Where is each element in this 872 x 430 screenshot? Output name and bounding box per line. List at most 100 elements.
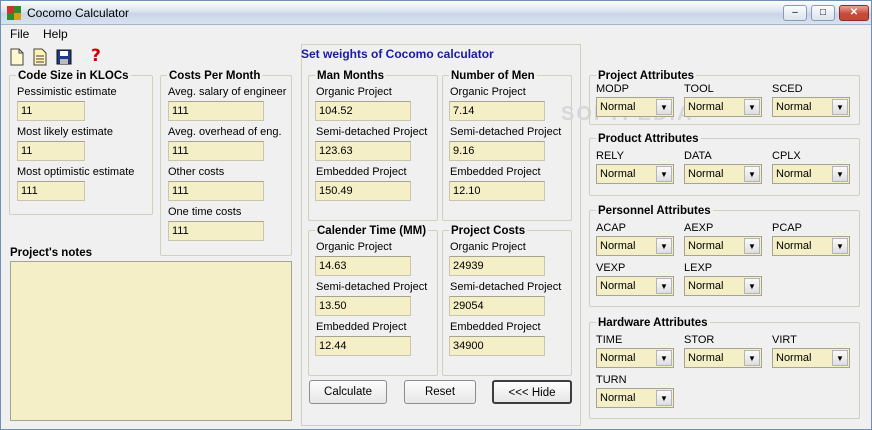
vexp-label: VEXP [596, 262, 626, 274]
tool-label: TOOL [684, 83, 714, 95]
overhead-label: Aveg. overhead of eng. [168, 126, 282, 138]
pcap-label: PCAP [772, 222, 802, 234]
other-costs-input[interactable]: 111 [168, 181, 264, 201]
pc-organic-field[interactable]: 24939 [449, 256, 545, 276]
weights-title: Set weights of Cocomo calculator [301, 47, 494, 61]
men-organic-field[interactable]: 7.14 [449, 101, 545, 121]
calculate-button[interactable]: Calculate [309, 380, 387, 404]
pc-organic-label: Organic Project [450, 241, 526, 253]
chevron-down-icon[interactable]: ▼ [744, 278, 760, 294]
one-time-input[interactable]: 111 [168, 221, 264, 241]
chevron-down-icon[interactable]: ▼ [744, 238, 760, 254]
minimize-button[interactable]: – [783, 5, 807, 21]
chevron-down-icon[interactable]: ▼ [656, 390, 672, 406]
salary-label: Aveg. salary of engineer [168, 86, 287, 98]
cal-semi-field[interactable]: 13.50 [315, 296, 411, 316]
mm-semi-field[interactable]: 123.63 [315, 141, 411, 161]
project-attributes-title: Project Attributes [596, 69, 697, 83]
cplx-select[interactable]: Normal ▼ [772, 164, 850, 184]
lexp-select[interactable]: Normal ▼ [684, 276, 762, 296]
cal-embedded-label: Embedded Project [316, 321, 407, 333]
title-bar[interactable]: Cocomo Calculator – □ ✕ [1, 1, 871, 25]
time-label: TIME [596, 334, 623, 346]
cal-organic-label: Organic Project [316, 241, 392, 253]
acap-select[interactable]: Normal ▼ [596, 236, 674, 256]
help-icon[interactable]: ? [91, 46, 107, 66]
stor-label: STOR [684, 334, 715, 346]
sced-label: SCED [772, 83, 803, 95]
men-organic-label: Organic Project [450, 86, 526, 98]
modp-select[interactable]: Normal ▼ [596, 97, 674, 117]
chevron-down-icon[interactable]: ▼ [832, 350, 848, 366]
men-embedded-field[interactable]: 12.10 [449, 181, 545, 201]
overhead-input[interactable]: 111 [168, 141, 264, 161]
open-file-icon[interactable] [32, 48, 48, 66]
acap-label: ACAP [596, 222, 626, 234]
stor-select[interactable]: Normal ▼ [684, 348, 762, 368]
app-icon [7, 6, 21, 20]
pc-embedded-field[interactable]: 34900 [449, 336, 545, 356]
costs-title: Costs Per Month [167, 69, 263, 83]
new-file-icon[interactable] [9, 48, 25, 66]
chevron-down-icon[interactable]: ▼ [832, 238, 848, 254]
cal-embedded-field[interactable]: 12.44 [315, 336, 411, 356]
men-semi-field[interactable]: 9.16 [449, 141, 545, 161]
sced-select[interactable]: Normal ▼ [772, 97, 850, 117]
chevron-down-icon[interactable]: ▼ [656, 350, 672, 366]
sced-value: Normal [776, 101, 812, 113]
turn-label: TURN [596, 374, 627, 386]
acap-value: Normal [600, 240, 636, 252]
chevron-down-icon[interactable]: ▼ [744, 166, 760, 182]
chevron-down-icon[interactable]: ▼ [656, 99, 672, 115]
data-select[interactable]: Normal ▼ [684, 164, 762, 184]
product-attributes-title: Product Attributes [596, 132, 701, 146]
time-select[interactable]: Normal ▼ [596, 348, 674, 368]
notes-title: Project's notes [10, 247, 92, 259]
chevron-down-icon[interactable]: ▼ [832, 166, 848, 182]
chevron-down-icon[interactable]: ▼ [832, 99, 848, 115]
aexp-value: Normal [688, 240, 724, 252]
chevron-down-icon[interactable]: ▼ [656, 166, 672, 182]
stor-value: Normal [688, 352, 724, 364]
men-title: Number of Men [449, 69, 537, 83]
pcap-select[interactable]: Normal ▼ [772, 236, 850, 256]
mm-organic-field[interactable]: 104.52 [315, 101, 411, 121]
calendar-title: Calender Time (MM) [315, 224, 429, 238]
mm-organic-label: Organic Project [316, 86, 392, 98]
chevron-down-icon[interactable]: ▼ [656, 238, 672, 254]
optimistic-label: Most optimistic estimate [17, 166, 135, 178]
other-costs-label: Other costs [168, 166, 225, 178]
personnel-attributes-title: Personnel Attributes [596, 204, 713, 218]
hide-button[interactable]: <<< Hide [492, 380, 572, 404]
turn-select[interactable]: Normal ▼ [596, 388, 674, 408]
likely-input[interactable]: 11 [17, 141, 85, 161]
chevron-down-icon[interactable]: ▼ [744, 99, 760, 115]
maximize-button[interactable]: □ [811, 5, 835, 21]
mm-embedded-field[interactable]: 150.49 [315, 181, 411, 201]
salary-input[interactable]: 111 [168, 101, 264, 121]
turn-value: Normal [600, 392, 636, 404]
men-semi-label: Semi-detached Project [450, 126, 562, 138]
pc-semi-field[interactable]: 29054 [449, 296, 545, 316]
cplx-value: Normal [776, 168, 812, 180]
notes-textarea[interactable] [10, 261, 292, 421]
chevron-down-icon[interactable]: ▼ [744, 350, 760, 366]
close-button[interactable]: ✕ [839, 5, 869, 21]
hardware-attributes-title: Hardware Attributes [596, 316, 710, 330]
reset-button[interactable]: Reset [404, 380, 476, 404]
rely-select[interactable]: Normal ▼ [596, 164, 674, 184]
optimistic-input[interactable]: 111 [17, 181, 85, 201]
cal-semi-label: Semi-detached Project [316, 281, 428, 293]
chevron-down-icon[interactable]: ▼ [656, 278, 672, 294]
vexp-select[interactable]: Normal ▼ [596, 276, 674, 296]
cal-organic-field[interactable]: 14.63 [315, 256, 411, 276]
data-value: Normal [688, 168, 724, 180]
menu-file[interactable]: File [10, 27, 29, 41]
save-icon[interactable] [56, 48, 72, 66]
menu-help[interactable]: Help [43, 27, 68, 41]
one-time-label: One time costs [168, 206, 242, 218]
tool-select[interactable]: Normal ▼ [684, 97, 762, 117]
aexp-select[interactable]: Normal ▼ [684, 236, 762, 256]
virt-select[interactable]: Normal ▼ [772, 348, 850, 368]
pessimistic-input[interactable]: 11 [17, 101, 85, 121]
